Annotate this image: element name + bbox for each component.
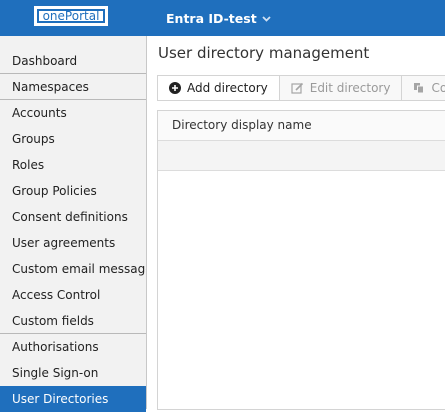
add-directory-button[interactable]: Add directory [158,76,280,100]
edit-directory-label: Edit directory [309,81,391,95]
copy-directory-button[interactable]: Cop [402,76,445,100]
sidebar-item-consent-definitions[interactable]: Consent definitions [0,204,146,230]
sidebar-item-groups[interactable]: Groups [0,126,146,152]
sidebar: Dashboard Namespaces Accounts Groups Rol… [0,36,147,412]
main-content: User directory management Add directory … [147,36,445,410]
sidebar-item-group-policies[interactable]: Group Policies [0,178,146,204]
edit-icon [291,82,303,94]
toolbar: Add directory Edit directory Cop [157,75,445,101]
copy-icon [414,83,425,94]
copy-directory-label: Cop [431,81,445,95]
column-header-directory-display-name[interactable]: Directory display name [158,111,445,141]
sidebar-item-user-agreements[interactable]: User agreements [0,230,146,256]
sidebar-item-authorisations[interactable]: Authorisations [0,334,146,360]
directory-table: Directory display name [157,110,445,410]
edit-directory-button[interactable]: Edit directory [280,76,403,100]
sidebar-item-user-directories[interactable]: User Directories [0,386,146,412]
chevron-down-icon [262,16,271,22]
top-bar: onePortal Entra ID-test [0,0,445,36]
sidebar-item-custom-email-messages[interactable]: Custom email messages [0,256,146,282]
sidebar-item-namespaces[interactable]: Namespaces [0,74,146,100]
tenant-name: Entra ID-test [166,10,257,26]
sidebar-item-accounts[interactable]: Accounts [0,100,146,126]
tenant-selector[interactable]: Entra ID-test [166,0,271,36]
sidebar-item-dashboard[interactable]: Dashboard [0,48,146,74]
sidebar-item-access-control[interactable]: Access Control [0,282,146,308]
add-directory-label: Add directory [187,81,268,95]
sidebar-item-roles[interactable]: Roles [0,152,146,178]
app-logo[interactable]: onePortal [34,6,108,26]
table-filter-row[interactable] [158,141,445,171]
sidebar-item-single-sign-on[interactable]: Single Sign-on [0,360,146,386]
page-title: User directory management [158,44,370,62]
plus-circle-icon [169,82,181,94]
app-logo-text: onePortal [37,9,105,23]
sidebar-item-custom-fields[interactable]: Custom fields [0,308,146,334]
